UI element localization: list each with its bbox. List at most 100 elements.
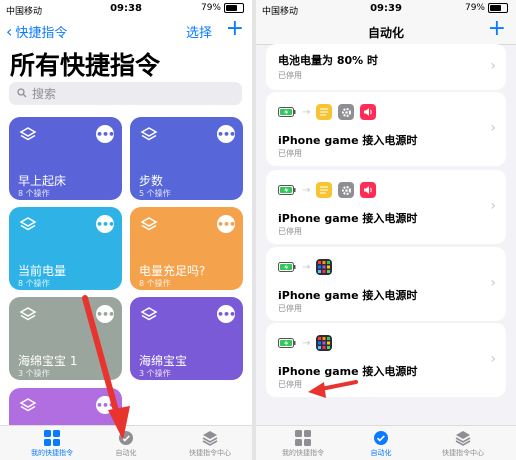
shortcut-card[interactable]: ••• 当前电量 8 个操作: [9, 207, 122, 290]
automation-status: 已停用: [278, 227, 302, 236]
shortcuts-grid-icon: [316, 335, 333, 351]
add-automation-button[interactable]: +: [488, 18, 506, 40]
more-options-button[interactable]: •••: [96, 215, 115, 233]
tab-label: 我的快捷指令: [31, 449, 73, 457]
battery-charging-icon: [278, 335, 296, 351]
tab-bar: 我的快捷指令 自动化 快捷指令中心: [0, 425, 252, 460]
tab-label: 自动化: [370, 449, 392, 457]
card-title: 当前电量: [18, 264, 67, 278]
speaker-icon: [360, 182, 377, 198]
shortcut-card[interactable]: ••• 海绵宝宝 13 个操作: [9, 297, 122, 380]
grid-icon: [261, 430, 345, 446]
card-subtitle: 8 个操作: [139, 279, 171, 288]
shortcut-card[interactable]: ••• 电量充足吗? 8 个操作: [130, 207, 243, 290]
automation-actions: →: [278, 104, 377, 120]
page-title: 所有快捷指令: [10, 51, 161, 80]
chevron-right-icon: ›: [490, 58, 496, 74]
automation-title: iPhone game 接入电源时: [278, 212, 418, 225]
automation-title: iPhone game 接入电源时: [278, 289, 418, 302]
more-options-button[interactable]: •••: [96, 305, 115, 323]
speaker-icon: [360, 104, 377, 120]
select-button[interactable]: 选择: [186, 22, 212, 41]
notes-icon: [316, 182, 333, 198]
tab-label: 自动化: [115, 449, 137, 457]
tab-automation[interactable]: 自动化: [84, 430, 168, 458]
clock-check-icon: [84, 430, 168, 446]
layers-icon: [19, 216, 37, 238]
layers-icon: [168, 430, 252, 446]
tab-gallery[interactable]: 快捷指令中心: [421, 430, 505, 458]
automation-item[interactable]: → iPhone game 接入电源时已停用 ›: [266, 247, 506, 321]
arrow-right-icon: →: [302, 261, 311, 273]
automation-status: 已停用: [278, 149, 302, 158]
arrow-right-icon: →: [302, 106, 311, 118]
battery-percent: 79%: [464, 3, 485, 13]
tab-label: 快捷指令中心: [442, 449, 484, 457]
automation-item[interactable]: 电池电量为 80% 时已停用 ›: [266, 44, 506, 90]
tab-label: 我的快捷指令: [282, 449, 324, 457]
tab-bar: 我的快捷指令 自动化 快捷指令中心: [256, 425, 516, 460]
battery-charging-icon: [278, 259, 296, 275]
automation-actions: →: [278, 259, 333, 275]
automation-item[interactable]: → iPhone game 接入电源时已停用 ›: [266, 323, 506, 397]
card-subtitle: 5 个操作: [139, 189, 171, 198]
automation-actions: →: [278, 182, 377, 198]
battery-indicator: 79%: [201, 3, 244, 13]
page-title: 自动化: [367, 26, 404, 40]
notes-icon: [316, 104, 333, 120]
status-bar: 中国移动 09:38 79%: [0, 0, 252, 18]
shortcut-card[interactable]: ••• 早上起床 8 个操作: [9, 117, 122, 200]
layers-icon: [19, 306, 37, 328]
automation-status: 已停用: [278, 304, 302, 313]
automation-actions: →: [278, 335, 333, 351]
layers-icon: [19, 126, 37, 148]
chevron-right-icon: ›: [490, 275, 496, 291]
chevron-left-icon: ‹: [6, 21, 13, 41]
layers-icon: [19, 397, 37, 419]
status-bar: 中国移动 09:39 79%: [256, 0, 516, 18]
search-icon: [17, 87, 27, 101]
automation-status: 已停用: [278, 71, 302, 80]
back-label: 快捷指令: [15, 26, 68, 41]
more-options-button[interactable]: •••: [217, 125, 236, 143]
card-title: 早上起床: [18, 174, 67, 188]
settings-icon: [338, 104, 355, 120]
clock-check-icon: [339, 430, 423, 446]
arrow-right-icon: →: [302, 337, 311, 349]
battery-indicator: 79%: [465, 3, 508, 13]
automation-title: iPhone game 接入电源时: [278, 134, 418, 147]
tab-label: 快捷指令中心: [189, 449, 231, 457]
shortcut-card[interactable]: ••• 步数 5 个操作: [130, 117, 243, 200]
card-subtitle: 8 个操作: [18, 279, 50, 288]
add-shortcut-button[interactable]: +: [226, 18, 244, 40]
card-subtitle: 8 个操作: [18, 189, 50, 198]
more-options-button[interactable]: •••: [217, 215, 236, 233]
grid-icon: [10, 430, 94, 446]
card-subtitle: 3 个操作: [139, 369, 171, 378]
card-title: 海绵宝宝 1: [18, 354, 78, 368]
layers-icon: [421, 430, 505, 446]
card-title: 海绵宝宝: [139, 354, 188, 368]
automation-item[interactable]: → iPhone game 接入电源时 已停用 ›: [266, 170, 506, 244]
layers-icon: [140, 306, 158, 328]
automation-title: iPhone game 接入电源时: [278, 365, 418, 378]
back-button[interactable]: ‹ 快捷指令: [6, 22, 67, 41]
shortcuts-screen: 中国移动 09:38 79% ‹ 快捷指令 选择 + 所有快捷指令 搜索 •••…: [0, 0, 252, 460]
automation-item[interactable]: → iPhone game 接入电源时 已停用 ›: [266, 92, 506, 166]
chevron-right-icon: ›: [490, 351, 496, 367]
battery-charging-icon: [278, 104, 296, 120]
layers-icon: [140, 216, 158, 238]
search-input[interactable]: 搜索: [9, 82, 242, 105]
tab-my-shortcuts[interactable]: 我的快捷指令: [261, 430, 345, 458]
card-title: 电量充足吗?: [139, 264, 206, 278]
more-options-button[interactable]: •••: [96, 396, 115, 414]
shortcut-card[interactable]: ••• 海绵宝宝 3 个操作: [130, 297, 243, 380]
card-subtitle: 3 个操作: [18, 369, 50, 378]
automation-status: 已停用: [278, 380, 302, 389]
shortcuts-grid-icon: [316, 259, 333, 275]
tab-gallery[interactable]: 快捷指令中心: [168, 430, 252, 458]
more-options-button[interactable]: •••: [217, 305, 236, 323]
tab-automation[interactable]: 自动化: [339, 430, 423, 458]
tab-my-shortcuts[interactable]: 我的快捷指令: [10, 430, 94, 458]
more-options-button[interactable]: •••: [96, 125, 115, 143]
